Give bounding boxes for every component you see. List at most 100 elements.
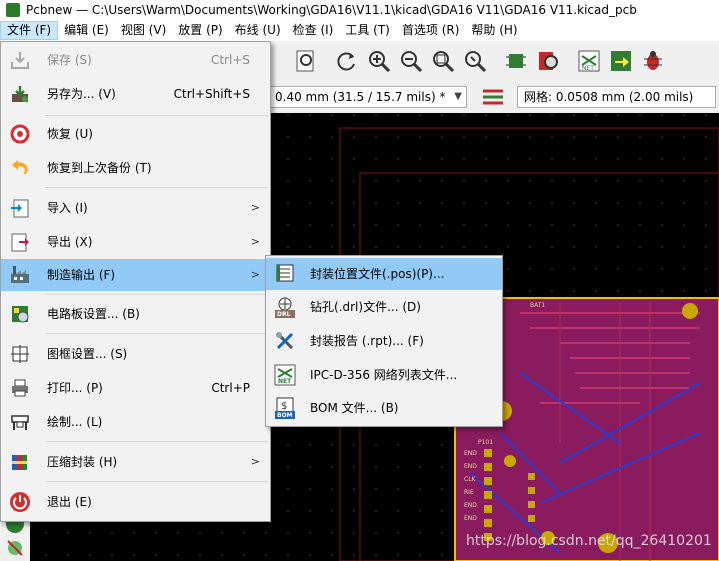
bom-badge: BOM: [277, 412, 293, 419]
page-setup-icon: [9, 343, 31, 365]
watermark: https://blog.csdn.net/qq_26410201: [466, 533, 712, 549]
track-width-select[interactable]: 0.40 mm (31.5 / 15.7 mils) * ▼: [268, 86, 467, 108]
menu-item-label: 封装位置文件(.pos)(P)...: [310, 267, 445, 281]
redraw-icon[interactable]: [334, 48, 360, 74]
menu-file[interactable]: 文件 (F): [0, 21, 59, 40]
menu-item-label: 保存 (S): [47, 53, 92, 67]
pcbnew-app-icon: [6, 3, 20, 17]
menu-item-page-settings[interactable]: 图框设置... (S): [1, 339, 270, 369]
menu-item-label: 恢复到上次备份 (T): [47, 161, 152, 175]
menu-place[interactable]: 放置 (P): [172, 21, 228, 40]
measure-icon[interactable]: [6, 539, 24, 557]
submenu-arrow-icon: >: [250, 268, 260, 281]
undo-backup-icon: [9, 157, 31, 179]
menu-item-label: 图框设置... (S): [47, 347, 128, 361]
menu-bar: 文件 (F) 编辑 (E) 视图 (V) 放置 (P) 布线 (U) 检查 (I…: [0, 20, 719, 42]
menu-item-drill-file[interactable]: DRL 钻孔(.drl)文件... (D): [266, 292, 502, 322]
menu-item-plot[interactable]: 绘制... (L): [1, 407, 270, 437]
menu-item-board-setup[interactable]: 电路板设置... (B): [1, 299, 270, 329]
menu-item-exit[interactable]: 退出 (E): [1, 487, 270, 517]
menu-item-import[interactable]: 导入 (I) >: [1, 193, 270, 223]
netlist-toolbar-icon[interactable]: NET: [576, 48, 602, 74]
menu-item-export[interactable]: 导出 (X) >: [1, 227, 270, 257]
menu-item-label: 电路板设置... (B): [47, 307, 140, 321]
svg-text:NET: NET: [582, 65, 594, 72]
save-icon: [9, 49, 31, 71]
netlist-icon: NET: [274, 364, 296, 386]
submenu-arrow-icon: >: [250, 455, 260, 468]
footprint-report-icon: [274, 330, 296, 352]
zoom-selection-icon[interactable]: [462, 48, 488, 74]
factory-icon: [9, 263, 31, 285]
menu-item-label: BOM 文件... (B): [310, 401, 399, 415]
menu-item-archive-footprints[interactable]: 压缩封装 (H) >: [1, 447, 270, 477]
pin-label: END: [464, 450, 477, 457]
menu-item-bom-file[interactable]: $ BOM BOM 文件... (B): [266, 393, 502, 423]
update-pcb-icon[interactable]: [608, 48, 634, 74]
grid-value: 网格: 0.0508 mm (2.00 mils): [524, 90, 694, 104]
menu-item-ipc-netlist[interactable]: NET IPC-D-356 网络列表文件...: [266, 360, 502, 390]
pin-label: RIE: [464, 489, 474, 496]
menu-item-label: 另存为... (V): [47, 87, 116, 101]
import-icon: [9, 197, 31, 219]
menu-item-save[interactable]: 保存 (S) Ctrl+S: [1, 45, 270, 75]
menu-item-label: 打印... (P): [47, 381, 103, 395]
find-icon[interactable]: [293, 48, 319, 74]
pin-label: CLK: [464, 476, 476, 483]
menu-preferences[interactable]: 首选项 (R): [396, 21, 466, 40]
menu-tools[interactable]: 工具 (T): [339, 21, 396, 40]
menu-separator: [45, 333, 268, 334]
menu-item-label: 恢复 (U): [47, 127, 93, 141]
menu-item-restore-backup[interactable]: 恢复到上次备份 (T): [1, 153, 270, 183]
drl-badge: DRL: [277, 311, 291, 318]
menu-item-label: 退出 (E): [47, 495, 92, 509]
exit-icon: [9, 491, 31, 513]
menu-separator: [45, 187, 268, 188]
pin-label: END: [464, 515, 477, 522]
ref-bat1: BAT1: [530, 302, 546, 309]
menu-view[interactable]: 视图 (V): [115, 21, 172, 40]
menu-item-print[interactable]: 打印... (P) Ctrl+P: [1, 373, 270, 403]
export-icon: [9, 231, 31, 253]
chevron-down-icon: ▼: [454, 91, 462, 102]
menu-inspect[interactable]: 检查 (I): [287, 21, 340, 40]
menu-separator: [45, 441, 268, 442]
menu-item-label: 绘制... (L): [47, 415, 103, 429]
menu-item-label: 制造输出 (F): [47, 268, 116, 282]
menu-item-label: 压缩封装 (H): [47, 455, 118, 469]
menu-edit[interactable]: 编辑 (E): [58, 21, 115, 40]
zoom-fit-icon[interactable]: [430, 48, 456, 74]
drill-file-icon: DRL: [274, 296, 296, 318]
submenu-arrow-icon: >: [250, 201, 260, 214]
grid-select[interactable]: 网格: 0.0508 mm (2.00 mils): [517, 86, 716, 108]
track-width-sync-icon[interactable]: [480, 84, 506, 110]
menu-item-fabrication-outputs[interactable]: 制造输出 (F) >: [1, 259, 270, 291]
menu-help[interactable]: 帮助 (H): [465, 21, 523, 40]
menu-separator: [45, 481, 268, 482]
menu-separator: [45, 115, 268, 116]
menu-item-label: 钻孔(.drl)文件... (D): [310, 300, 421, 314]
footprint-editor-icon[interactable]: [503, 48, 529, 74]
menu-route[interactable]: 布线 (U): [229, 21, 287, 40]
print-icon: [9, 377, 31, 399]
menu-item-label: IPC-D-356 网络列表文件...: [310, 368, 458, 382]
menu-item-shortcut: Ctrl+P: [211, 381, 250, 395]
plot-icon: [9, 411, 31, 433]
zoom-in-icon[interactable]: [366, 48, 392, 74]
menu-item-footprint-report[interactable]: 封装报告 (.rpt)... (F): [266, 326, 502, 356]
zoom-out-icon[interactable]: [398, 48, 424, 74]
menu-item-shortcut: Ctrl+Shift+S: [173, 87, 250, 101]
track-width-value: 0.40 mm (31.5 / 15.7 mils) *: [275, 90, 446, 104]
menu-item-label: 导入 (I): [47, 201, 88, 215]
menu-item-save-as[interactable]: 另存为... (V) Ctrl+Shift+S: [1, 79, 270, 109]
board-setup-icon: [9, 303, 31, 325]
title-bar: Pcbnew — C:\Users\Warm\Documents\Working…: [0, 0, 719, 20]
menu-item-footprint-position-file[interactable]: 封装位置文件(.pos)(P)...: [266, 258, 502, 290]
footprint-viewer-icon[interactable]: [535, 48, 561, 74]
menu-separator: [45, 294, 268, 295]
menu-item-shortcut: Ctrl+S: [210, 53, 250, 67]
menu-item-revert[interactable]: 恢复 (U): [1, 119, 270, 149]
scripting-bug-icon[interactable]: [640, 48, 666, 74]
ref-p101: P101: [478, 439, 494, 446]
pos-file-icon: [274, 262, 296, 284]
